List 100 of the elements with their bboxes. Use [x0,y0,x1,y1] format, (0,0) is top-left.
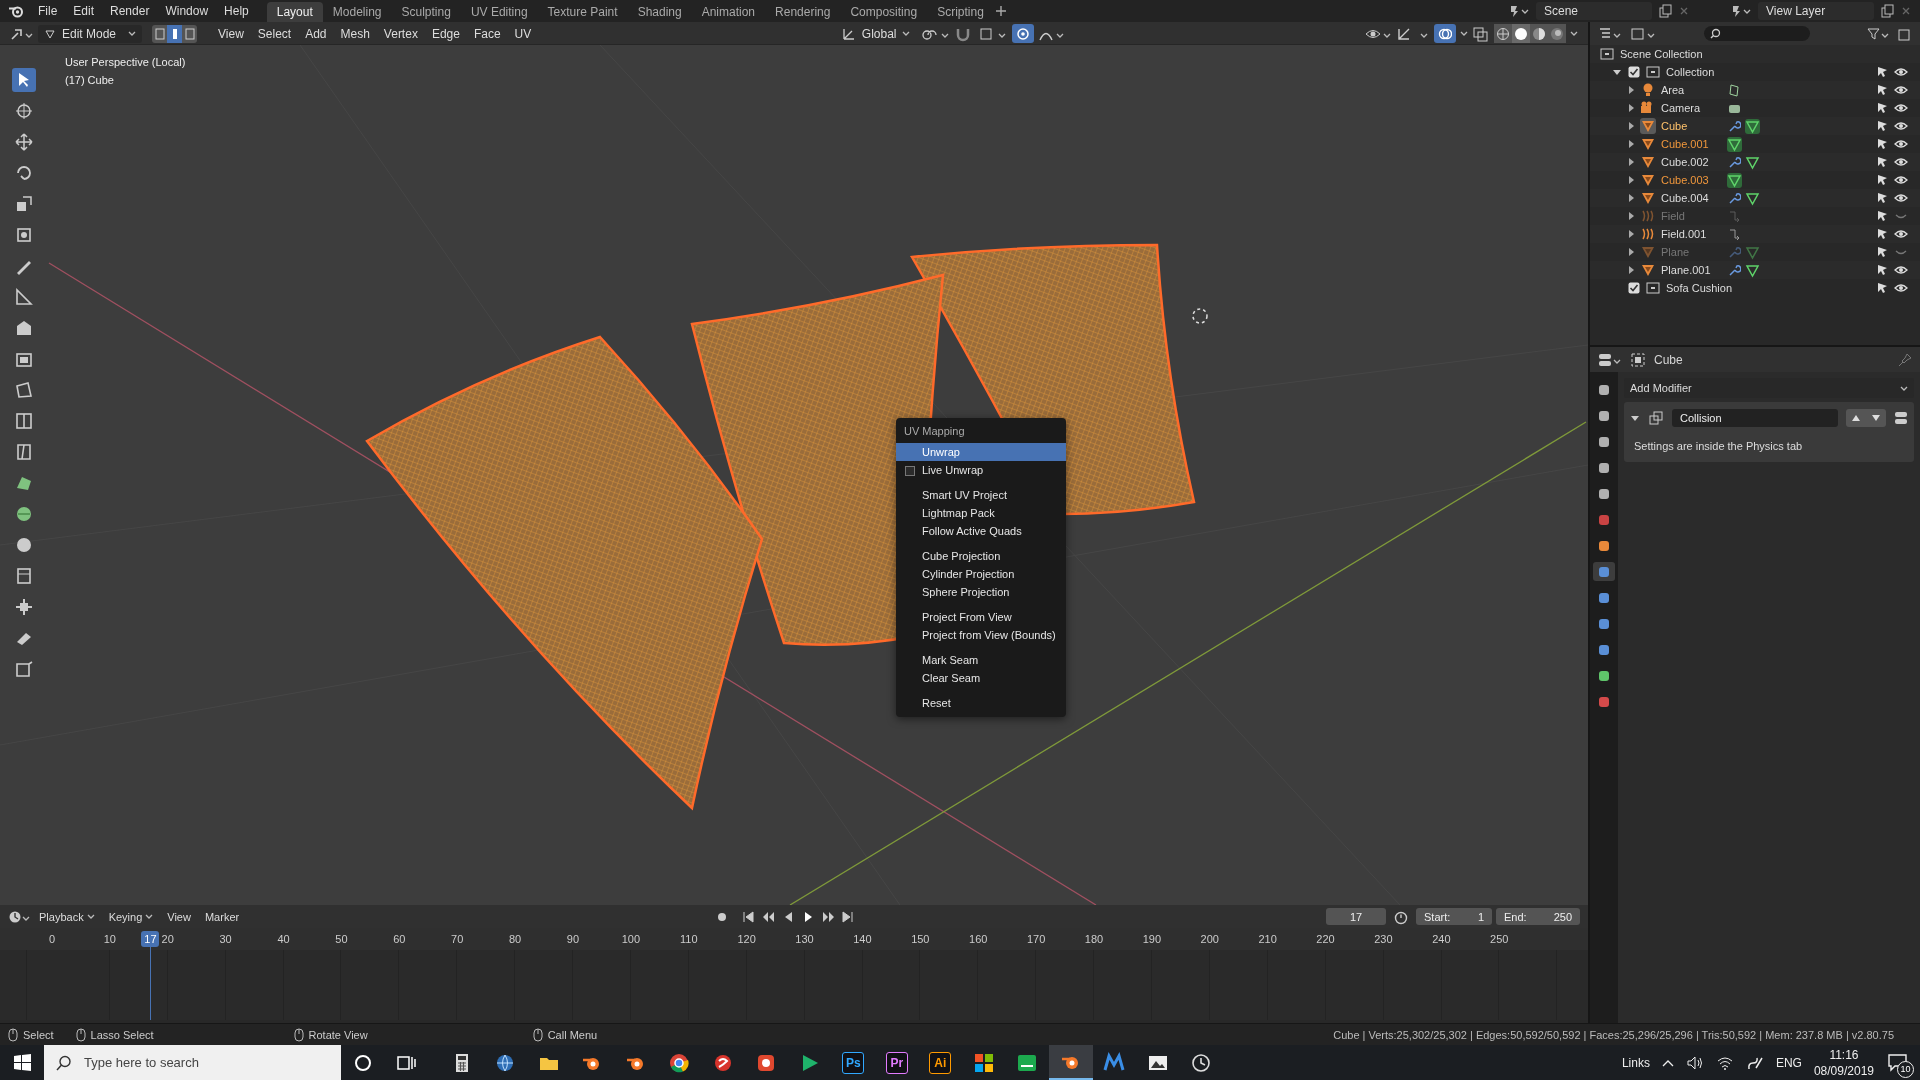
menu-item[interactable]: Lightmap Pack [896,504,1066,522]
scene-field[interactable]: Scene [1536,2,1652,20]
search-field[interactable] [1704,26,1810,41]
menu-item[interactable]: Mark Seam [896,651,1066,669]
mesh-data-icon[interactable] [1727,172,1742,188]
collapse-icon[interactable] [1612,67,1622,77]
app-icon[interactable]: Ps [842,1051,865,1074]
eye-icon[interactable] [1894,120,1910,132]
mesh-icon[interactable] [1640,136,1656,152]
menu-item[interactable]: Follow Active Quads [896,522,1066,540]
menu-item[interactable]: Vertex [376,26,425,41]
cursor-icon[interactable] [1192,308,1208,324]
menu-item[interactable]: Edge [424,26,467,41]
workspace-tab[interactable]: Sculpting [391,2,461,22]
view-layer-field[interactable]: View Layer [1758,2,1874,20]
add-modifier-dropdown[interactable]: Add Modifier [1624,378,1914,398]
select-mode-button[interactable] [167,24,182,43]
shading-button[interactable] [1548,24,1566,43]
display-mode-icon[interactable] [1630,25,1656,42]
eye-icon[interactable] [1894,192,1910,204]
checkbox[interactable] [905,466,915,476]
menu-item[interactable]: Help [216,4,257,18]
clock[interactable]: 11:16 08/09/2019 [1813,1046,1874,1079]
editor-type-icon[interactable] [1598,351,1622,368]
outliner-item[interactable]: Camera [1661,102,1719,114]
workspace-tab[interactable]: Modeling [322,2,392,22]
menu-item[interactable]: Project from View (Bounds) [896,626,1066,644]
menu-item[interactable]: Unwrap [896,443,1066,461]
eye-icon[interactable] [1894,174,1910,186]
move-buttons[interactable] [1846,409,1886,427]
menu-item[interactable]: Keying [103,910,159,923]
outliner-item[interactable]: Cube.001 [1661,138,1719,150]
wrench-icon[interactable] [1727,119,1741,133]
expand-icon[interactable] [1626,121,1636,131]
expand-icon[interactable] [1626,211,1636,221]
mesh-icon[interactable] [1640,262,1656,278]
pin-icon[interactable] [1898,352,1912,367]
wifi-icon[interactable] [1715,1054,1734,1071]
frame-field[interactable]: 17 [1326,908,1386,925]
filter-icon[interactable] [1866,25,1890,42]
outliner-item[interactable]: Field.001 [1661,228,1719,240]
menu-item[interactable]: Playback [34,910,100,923]
menu-item[interactable]: Edit [65,4,103,18]
speaker-icon[interactable] [1685,1054,1704,1071]
workspace-tab[interactable]: Rendering [765,2,841,22]
app-icon[interactable]: Pr [885,1051,908,1074]
view-layer-icon[interactable] [1730,3,1752,19]
menu-item[interactable]: Sphere Projection [896,583,1066,601]
mode-dropdown[interactable]: Edit Mode [38,24,142,43]
mesh-data-icon[interactable] [1745,262,1760,278]
outliner-item[interactable]: Plane.001 [1661,264,1719,276]
checked-checkbox[interactable] [1628,282,1640,294]
workspace-tab[interactable]: Scripting [927,2,994,22]
expand-icon[interactable] [1626,157,1636,167]
eye-icon[interactable] [1894,282,1910,294]
menu-item[interactable]: Reset [896,694,1066,712]
outliner-item[interactable]: Sofa Cushion [1666,282,1733,294]
mesh-data-icon[interactable] [1745,154,1760,170]
tool-button[interactable] [12,68,36,92]
menu-item[interactable]: UV [507,26,539,41]
overlays-button[interactable] [1434,24,1456,43]
eye-icon[interactable] [1894,138,1910,150]
workspace-tab[interactable]: Layout [266,2,323,22]
menu-item[interactable]: Cube Projection [896,547,1066,565]
eye-icon[interactable] [1894,228,1910,240]
properties-tab[interactable] [1593,562,1615,581]
menu-item[interactable]: Smart UV Project [896,486,1066,504]
collapse-icon[interactable] [1630,413,1640,423]
outliner-item[interactable]: Collection [1666,66,1715,78]
checked-checkbox[interactable] [1628,66,1640,78]
wrench-icon[interactable] [1727,155,1741,169]
menu-item[interactable]: Window [157,4,217,18]
add-icon[interactable] [993,4,1008,18]
expand-icon[interactable] [1626,175,1636,185]
menu-item[interactable]: Project From View [896,608,1066,626]
end-frame-field[interactable]: End: 250 [1496,908,1580,925]
field-icon[interactable] [1640,226,1656,242]
mesh-data-icon[interactable] [1745,190,1760,206]
blender-logo-icon[interactable] [8,3,24,19]
menu-item[interactable]: Render [102,4,158,18]
shading-button[interactable] [1530,24,1548,43]
workspace-tab[interactable]: Shading [627,2,692,22]
menu-item[interactable]: Marker [199,910,245,923]
light-data-icon[interactable] [1727,82,1742,98]
outliner-item[interactable]: Cube.002 [1661,156,1719,168]
expand-icon[interactable] [1626,139,1636,149]
eye-icon[interactable] [1894,102,1910,114]
close-icon[interactable] [1900,5,1912,17]
eye-icon[interactable] [1894,66,1910,78]
menu-item[interactable]: Cylinder Projection [896,565,1066,583]
copy-icon[interactable] [1880,4,1894,18]
eye-icon[interactable] [1894,156,1910,168]
outliner-item[interactable]: Area [1661,84,1719,96]
workspace-tab[interactable]: Compositing [840,2,928,22]
eye-icon[interactable] [1894,84,1910,96]
links-toolbar[interactable]: Links [1621,1055,1650,1070]
start-frame-field[interactable]: Start: 1 [1416,908,1492,925]
shading-button[interactable] [1512,24,1530,43]
outliner-item[interactable]: Cube.004 [1661,192,1719,204]
menu-item[interactable]: Select [250,26,299,41]
